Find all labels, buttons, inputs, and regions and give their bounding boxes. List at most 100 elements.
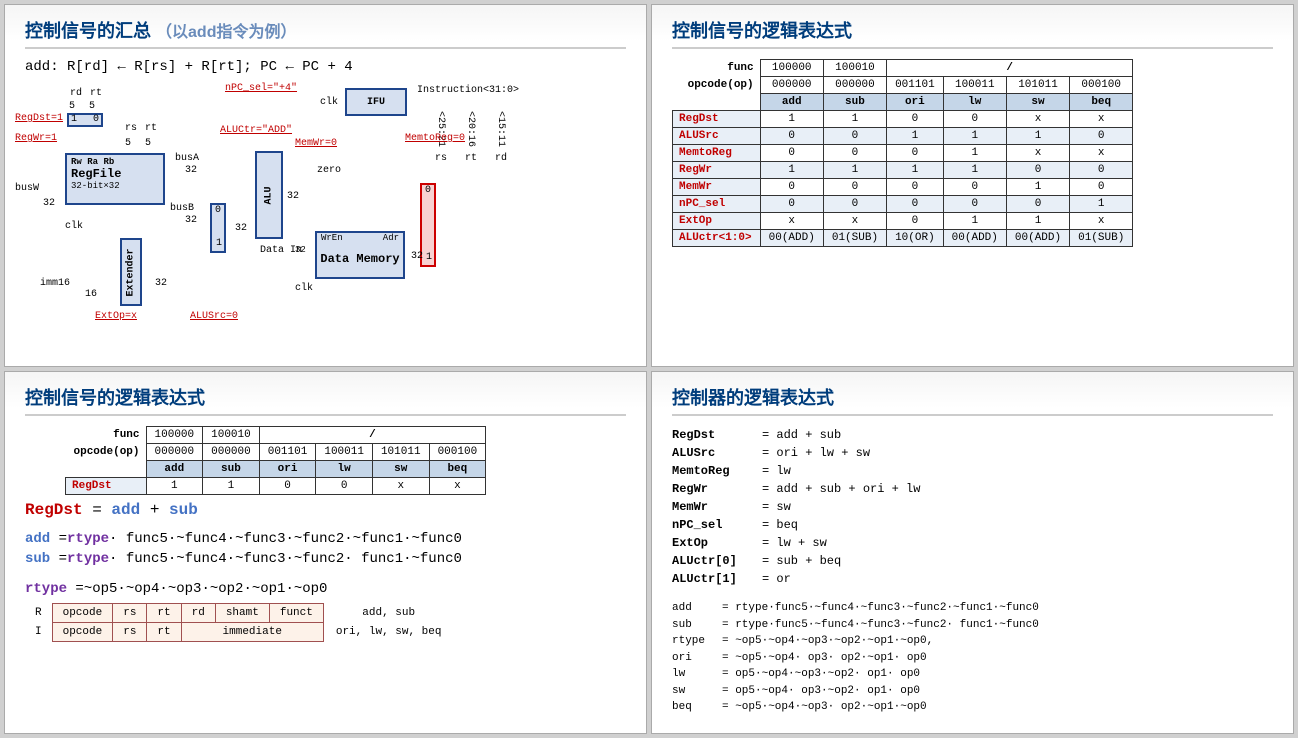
def-lhs: beq <box>672 699 722 716</box>
busw: busW <box>15 183 39 194</box>
row-label: MemtoReg <box>673 145 761 162</box>
eq-rhs: = beq <box>762 516 798 534</box>
n32f: 32 <box>295 245 306 255</box>
cell: 1 <box>823 162 886 179</box>
cell: 0 <box>760 128 823 145</box>
signal-equations: RegDst= add + subALUSrc= ori + lw + swMe… <box>672 426 1273 588</box>
row-label: ALUSrc <box>673 128 761 145</box>
cell: x <box>1070 111 1133 128</box>
cell: 00(ADD) <box>760 230 823 247</box>
eq-lhs: ExtOp <box>672 534 762 552</box>
cell: 1 <box>887 128 944 145</box>
cell: 1 <box>887 162 944 179</box>
add-formula: add: R[rd] ← R[rs] + R[rt]; PC ← PC + 4 <box>25 59 626 75</box>
n32c: 32 <box>185 215 197 226</box>
cell: 0 <box>1070 162 1133 179</box>
memwr-label: MemWr=0 <box>295 138 337 149</box>
cell: 1 <box>760 111 823 128</box>
cell: x <box>1006 145 1069 162</box>
cell: 0 <box>1070 128 1133 145</box>
func-hdr: func <box>673 60 761 77</box>
row-label: ExtOp <box>673 213 761 230</box>
regdst-table: func 100000 100010 / opcode(op) 000000 0… <box>65 426 486 495</box>
regdst-equation: RegDst = add + sub <box>25 501 626 519</box>
slide-bottom-left: 控制信号的逻辑表达式 func 100000 100010 / opcode(o… <box>4 371 647 734</box>
cell: 0 <box>1006 162 1069 179</box>
cell: 0 <box>887 145 944 162</box>
cell: 1 <box>823 111 886 128</box>
rs-label: rs <box>125 123 137 134</box>
def-rhs: = op5·~op4·~op3·~op2· op1· op0 <box>722 666 920 683</box>
eq-lhs: ALUSrc <box>672 444 762 462</box>
imm16: imm16 <box>40 278 70 289</box>
cell: 1 <box>1006 128 1069 145</box>
aluctr-label: ALUCtr="ADD" <box>220 125 292 136</box>
cell: x <box>760 213 823 230</box>
zero-label: zero <box>317 165 341 176</box>
cell: 0 <box>760 179 823 196</box>
instruction-format-table: R opcode rs rt rd shamt funct add, sub I… <box>25 603 451 642</box>
cell: 01(SUB) <box>1070 230 1133 247</box>
row-label: nPC_sel <box>673 196 761 213</box>
cell: 0 <box>887 179 944 196</box>
title-sub: （以add指令为例） <box>156 24 296 41</box>
def-rhs: = ~op5·~op4· op3· op2·~op1· op0 <box>722 650 927 667</box>
eq-rhs: = sub + beq <box>762 552 841 570</box>
slide-title: 控制器的逻辑表达式 <box>672 384 1273 416</box>
eq-lhs: MemtoReg <box>672 462 762 480</box>
cell: x <box>1070 213 1133 230</box>
cell: 1 <box>1006 213 1069 230</box>
extender-box: Extender <box>120 238 142 306</box>
cell: x <box>1070 145 1133 162</box>
cell: 00(ADD) <box>943 230 1006 247</box>
rd-label: rd <box>70 88 82 99</box>
def-rhs: = op5·~op4· op3·~op2· op1· op0 <box>722 683 920 700</box>
n5b: 5 <box>89 101 95 112</box>
eq-rhs: = add + sub <box>762 426 841 444</box>
cell: 0 <box>943 196 1006 213</box>
def-rhs: = ~op5·~op4·~op3· op2·~op1·~op0 <box>722 699 927 716</box>
def-rhs: = ~op5·~op4·~op3·~op2·~op1·~op0, <box>722 633 933 650</box>
eq-lhs: ALUctr[0] <box>672 552 762 570</box>
cell: 0 <box>943 179 1006 196</box>
memtoreg-label: MemtoReg=0 <box>405 133 465 144</box>
def-rhs: = rtype·func5·~func4·~func3·~func2· func… <box>722 617 1039 634</box>
n5a: 5 <box>69 101 75 112</box>
n32b: 32 <box>185 165 197 176</box>
slide-title: 控制信号的汇总 （以add指令为例） <box>25 17 626 49</box>
sl1511: <15:11 <box>495 111 506 147</box>
n32e: 32 <box>287 191 299 202</box>
rtype-equation: rtype =~op5·~op4·~op3·~op2·~op1·~op0 <box>25 581 626 597</box>
slide-title: 控制信号的逻辑表达式 <box>672 17 1273 49</box>
def-lhs: add <box>672 600 722 617</box>
n32d: 32 <box>235 223 247 234</box>
cell: 1 <box>943 162 1006 179</box>
slide-top-right: 控制信号的逻辑表达式 func 100000 100010 / opcode(o… <box>651 4 1294 367</box>
n32h: 32 <box>155 278 167 289</box>
eq-lhs: RegWr <box>672 480 762 498</box>
cell: 00(ADD) <box>1006 230 1069 247</box>
cell: 0 <box>887 213 944 230</box>
def-rhs: = rtype·func5·~func4·~func3·~func2·~func… <box>722 600 1039 617</box>
cell: 1 <box>943 145 1006 162</box>
cell: 0 <box>760 145 823 162</box>
instruction-defs: add= rtype·func5·~func4·~func3·~func2·~f… <box>672 600 1273 716</box>
row-label: ALUctr<1:0> <box>673 230 761 247</box>
control-signal-table: func 100000 100010 / opcode(op) 000000 0… <box>672 59 1133 247</box>
rs-top: rs <box>435 153 447 164</box>
slide-top-left: 控制信号的汇总 （以add指令为例） add: R[rd] ← R[rs] + … <box>4 4 647 367</box>
clk-regfile: clk <box>65 221 83 232</box>
datapath-diagram: IFU nPC_sel="+4" clk Instruction<31:0> <… <box>25 83 615 363</box>
n16: 16 <box>85 289 97 300</box>
n5c: 5 <box>125 138 131 149</box>
opcode-hdr: opcode(op) <box>673 77 761 94</box>
cell: 0 <box>887 111 944 128</box>
cell: x <box>823 213 886 230</box>
title-main: 控制信号的逻辑表达式 <box>672 21 852 41</box>
title-main: 控制信号的逻辑表达式 <box>25 388 205 408</box>
def-lhs: sub <box>672 617 722 634</box>
regdst-label: RegDst=1 <box>15 113 63 124</box>
extop-label: ExtOp=x <box>95 311 137 322</box>
regfile-box: Rw Ra Rb RegFile 32-bit×32 <box>65 153 165 205</box>
eq-rhs: = lw <box>762 462 791 480</box>
